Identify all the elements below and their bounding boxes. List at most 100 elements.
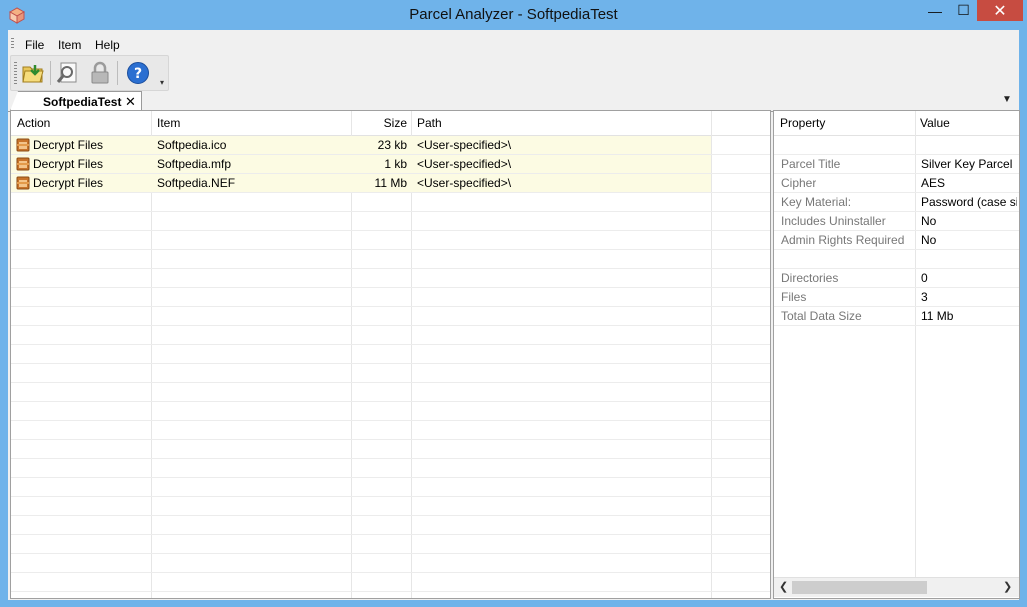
tab-strip: SoftpediaTest ✕ ▼	[8, 91, 1019, 112]
tab-close-icon[interactable]: ✕	[125, 94, 136, 110]
items-grid[interactable]: Action Item Size Path Decrypt Files Soft…	[10, 110, 771, 599]
help-button[interactable]: ?	[125, 59, 151, 87]
property-value: 11 Mb	[921, 309, 954, 323]
scroll-left-icon[interactable]: ❮	[779, 580, 788, 593]
property-value: No	[921, 233, 937, 247]
help-icon: ?	[127, 62, 149, 84]
toolbar-separator	[50, 61, 51, 85]
title-bar[interactable]: Parcel Analyzer - SoftpediaTest — ☐ ✕	[0, 0, 1027, 30]
property-row[interactable]: Total Data Size 11 Mb	[774, 307, 1019, 326]
column-header-action[interactable]: Action	[17, 111, 147, 135]
client-area: File Item Help ? ▾ SoftpediaTest ✕ ▼ Act…	[8, 30, 1020, 600]
column-header-property[interactable]: Property	[780, 111, 910, 135]
property-name: Includes Uninstaller	[781, 214, 886, 228]
lock-button[interactable]	[87, 59, 113, 87]
empty-row	[11, 402, 770, 421]
property-value: AES	[921, 176, 946, 190]
property-row[interactable]: Key Material: Password (case sig	[774, 193, 1019, 212]
property-name: Total Data Size	[781, 309, 862, 323]
property-row[interactable]: Directories 0	[774, 269, 1019, 288]
menu-file[interactable]: File	[25, 38, 44, 52]
app-window: Parcel Analyzer - SoftpediaTest — ☐ ✕ Fi…	[0, 0, 1027, 607]
property-value: Password (case sig	[921, 195, 1017, 209]
menu-help[interactable]: Help	[95, 38, 120, 52]
menu-grip[interactable]	[11, 38, 14, 50]
empty-row	[11, 345, 770, 364]
empty-row	[11, 440, 770, 459]
minimize-button[interactable]: —	[920, 0, 950, 21]
horizontal-scrollbar[interactable]: ❮ ❯	[774, 577, 1019, 597]
table-row[interactable]: Decrypt Files Softpedia.mfp 1 kb <User-s…	[11, 155, 770, 174]
menu-item[interactable]: Item	[58, 38, 81, 52]
package-icon	[16, 138, 30, 152]
column-header-item[interactable]: Item	[157, 111, 347, 135]
empty-row	[11, 326, 770, 345]
empty-row	[11, 592, 770, 598]
property-row[interactable]: Admin Rights Required No	[774, 231, 1019, 250]
property-value: Silver Key Parcel	[921, 157, 1013, 171]
empty-row	[11, 516, 770, 535]
tab-softpediatest[interactable]: SoftpediaTest ✕	[10, 91, 142, 111]
property-name: Files	[781, 290, 807, 304]
properties-grid[interactable]: Property Value Parcel Title Silver Key P…	[773, 110, 1020, 599]
empty-row	[11, 554, 770, 573]
table-row[interactable]: Decrypt Files Softpedia.NEF 11 Mb <User-…	[11, 174, 770, 193]
items-grid-header: Action Item Size Path	[11, 111, 770, 136]
empty-row	[11, 269, 770, 288]
tab-label: SoftpediaTest	[43, 95, 122, 109]
scrollbar-thumb[interactable]	[792, 581, 927, 594]
cell-action: Decrypt Files	[33, 138, 104, 152]
property-value: No	[921, 214, 937, 228]
package-icon	[16, 176, 30, 190]
cell-action: Decrypt Files	[33, 157, 104, 171]
toolbar: ? ▾	[10, 55, 169, 91]
empty-row	[11, 364, 770, 383]
maximize-button[interactable]: ☐	[950, 0, 977, 21]
property-row[interactable]	[774, 250, 1019, 269]
open-parcel-button[interactable]	[20, 59, 46, 87]
property-row[interactable]: Parcel Title Silver Key Parcel	[774, 155, 1019, 174]
cell-path: <User-specified>\	[417, 157, 512, 171]
property-name: Admin Rights Required	[781, 233, 905, 247]
cell-item: Softpedia.mfp	[157, 157, 232, 171]
close-button[interactable]: ✕	[977, 0, 1023, 21]
column-header-value[interactable]: Value	[920, 111, 1015, 135]
property-row[interactable]: Cipher AES	[774, 174, 1019, 193]
empty-row	[11, 497, 770, 516]
property-row[interactable]	[774, 136, 1019, 155]
property-name: Cipher	[781, 176, 817, 190]
package-icon	[16, 157, 30, 171]
toolbar-separator	[117, 61, 118, 85]
cell-action: Decrypt Files	[33, 176, 104, 190]
column-header-path[interactable]: Path	[417, 111, 697, 135]
property-name: Directories	[781, 271, 839, 285]
tab-list-dropdown-icon[interactable]: ▼	[1002, 94, 1012, 105]
toolbar-overflow-icon[interactable]: ▾	[160, 78, 164, 87]
empty-row	[11, 231, 770, 250]
analyze-icon	[56, 62, 77, 83]
empty-row	[11, 212, 770, 231]
cell-path: <User-specified>\	[417, 176, 512, 190]
property-name: Key Material:	[781, 195, 852, 209]
analyze-button[interactable]	[55, 59, 81, 87]
window-title: Parcel Analyzer - SoftpediaTest	[409, 6, 618, 23]
scroll-right-icon[interactable]: ❯	[1003, 580, 1012, 593]
cell-size: 1 kb	[384, 157, 407, 171]
table-row[interactable]: Decrypt Files Softpedia.ico 23 kb <User-…	[11, 136, 770, 155]
properties-grid-header: Property Value	[774, 111, 1019, 136]
toolbar-grip[interactable]	[14, 62, 17, 84]
menu-bar: File Item Help	[8, 32, 1019, 54]
cell-item: Softpedia.ico	[157, 138, 227, 152]
empty-row	[11, 421, 770, 440]
cell-size: 11 Mb	[374, 176, 407, 190]
empty-row	[11, 193, 770, 212]
empty-row	[11, 459, 770, 478]
property-value: 3	[921, 290, 928, 304]
column-header-size[interactable]: Size	[351, 111, 407, 135]
property-row[interactable]: Files 3	[774, 288, 1019, 307]
property-row[interactable]: Includes Uninstaller No	[774, 212, 1019, 231]
empty-row	[11, 288, 770, 307]
empty-row	[11, 383, 770, 402]
empty-row	[11, 573, 770, 592]
empty-row	[11, 307, 770, 326]
